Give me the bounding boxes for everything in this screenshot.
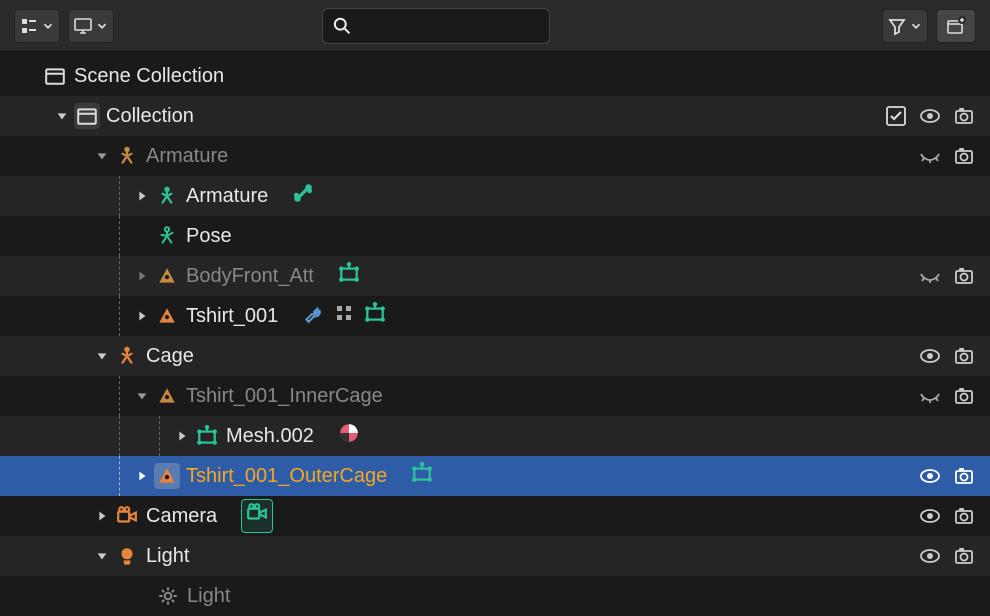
disclosure-icon[interactable]: [130, 304, 154, 328]
disclosure-icon[interactable]: [90, 144, 114, 168]
camera-row[interactable]: Camera: [0, 496, 990, 536]
wrench-icon: [302, 302, 324, 330]
label: Light: [187, 585, 230, 608]
render-toggle[interactable]: [952, 344, 976, 368]
render-toggle[interactable]: [952, 144, 976, 168]
render-toggle[interactable]: [952, 464, 976, 488]
mesh-data-icon: [194, 423, 220, 449]
label: Tshirt_001_InnerCage: [186, 385, 383, 408]
modifier-icon: [364, 302, 386, 330]
exclude-checkbox[interactable]: [884, 104, 908, 128]
display-mode-dropdown[interactable]: [68, 9, 114, 43]
visibility-toggle[interactable]: [918, 504, 942, 528]
armature-data-row[interactable]: Armature: [0, 176, 990, 216]
armature-icon: [114, 143, 140, 169]
mesh002-row[interactable]: Mesh.002: [0, 416, 990, 456]
disclosure-icon[interactable]: [130, 184, 154, 208]
disclosure-icon[interactable]: [130, 464, 154, 488]
render-toggle[interactable]: [952, 384, 976, 408]
mesh-icon: [154, 383, 180, 409]
label: Mesh.002: [226, 425, 314, 448]
cage-row[interactable]: Cage: [0, 336, 990, 376]
label: Collection: [106, 105, 194, 128]
bodyfront-row[interactable]: BodyFront_Att: [0, 256, 990, 296]
modifier-icon: [411, 462, 433, 490]
label: Camera: [146, 505, 217, 528]
disclosure-icon[interactable]: [130, 264, 154, 288]
collection-icon: [74, 103, 100, 129]
camera-data-icon: [241, 499, 273, 533]
label: BodyFront_Att: [186, 265, 314, 288]
label: Light: [146, 545, 189, 568]
pose-icon: [154, 223, 180, 249]
outliner-tree: Scene Collection Collection Armature Arm…: [0, 52, 990, 616]
light-icon: [114, 543, 140, 569]
scene-collection-row[interactable]: Scene Collection: [0, 56, 990, 96]
search-input[interactable]: [351, 15, 539, 36]
innercage-row[interactable]: Tshirt_001_InnerCage: [0, 376, 990, 416]
label: Scene Collection: [74, 65, 224, 88]
light-data-icon: [155, 583, 181, 609]
armature-data-icon: [154, 183, 180, 209]
search-box[interactable]: [322, 8, 550, 44]
label: Tshirt_001: [186, 305, 278, 328]
collection-row[interactable]: Collection: [0, 96, 990, 136]
mesh-icon: [154, 303, 180, 329]
outercage-row[interactable]: Tshirt_001_OuterCage: [0, 456, 990, 496]
disclosure-icon[interactable]: [90, 344, 114, 368]
toolbar: [0, 0, 990, 52]
tshirt001-row[interactable]: Tshirt_001: [0, 296, 990, 336]
disclosure-icon[interactable]: [50, 104, 74, 128]
visibility-toggle[interactable]: [918, 384, 942, 408]
label: Tshirt_001_OuterCage: [186, 465, 387, 488]
disclosure-icon[interactable]: [130, 384, 154, 408]
label: Cage: [146, 345, 194, 368]
label: Armature: [186, 185, 268, 208]
modifier-icon: [338, 262, 360, 290]
visibility-toggle[interactable]: [918, 344, 942, 368]
camera-icon: [114, 503, 140, 529]
disclosure-icon[interactable]: [90, 544, 114, 568]
editor-type-dropdown[interactable]: [14, 9, 60, 43]
new-collection-button[interactable]: [936, 9, 976, 43]
render-toggle[interactable]: [952, 264, 976, 288]
armature-icon: [114, 343, 140, 369]
label: Pose: [186, 225, 232, 248]
armature-object-row[interactable]: Armature: [0, 136, 990, 176]
visibility-toggle[interactable]: [918, 264, 942, 288]
light-row[interactable]: Light: [0, 536, 990, 576]
disclosure-icon[interactable]: [170, 424, 194, 448]
mesh-icon: [154, 463, 180, 489]
vertex-groups-icon: [334, 303, 354, 329]
material-icon: [338, 422, 360, 450]
render-toggle[interactable]: [952, 504, 976, 528]
light-data-row[interactable]: Light: [0, 576, 990, 616]
visibility-toggle[interactable]: [918, 544, 942, 568]
visibility-toggle[interactable]: [918, 104, 942, 128]
render-toggle[interactable]: [952, 544, 976, 568]
pose-row[interactable]: Pose: [0, 216, 990, 256]
disclosure-icon[interactable]: [90, 504, 114, 528]
render-toggle[interactable]: [952, 104, 976, 128]
label: Armature: [146, 145, 228, 168]
filter-dropdown[interactable]: [882, 9, 928, 43]
visibility-toggle[interactable]: [918, 144, 942, 168]
visibility-toggle[interactable]: [918, 464, 942, 488]
mesh-icon: [154, 263, 180, 289]
bone-icon: [292, 182, 314, 210]
collection-icon: [42, 63, 68, 89]
